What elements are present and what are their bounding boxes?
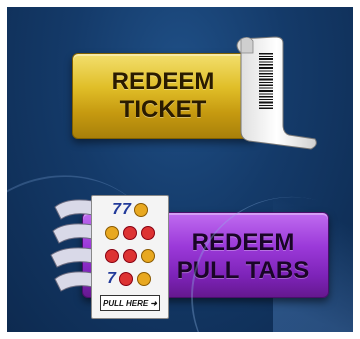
- redeem-pull-tabs-label: REDEEM PULL TABS: [163, 229, 323, 285]
- redeem-ticket-button[interactable]: REDEEM TICKET: [72, 53, 257, 139]
- orange-icon: [136, 272, 151, 286]
- redeem-screen: REDEEM TICKET REDEEM PULL TABS 77 7 PULL…: [7, 7, 353, 332]
- cherry-icon: [123, 249, 137, 263]
- pull-tab-ticket-icon: 77 7 PULL HERE ➜: [47, 195, 169, 325]
- pull-here-label: PULL HERE ➜: [100, 295, 160, 311]
- redeem-pull-tabs-line1: REDEEM: [191, 229, 295, 256]
- pull-tab-row-1: 77: [96, 200, 164, 220]
- cherry-icon: [118, 272, 133, 286]
- cherry-icon: [105, 249, 119, 263]
- orange-icon: [105, 226, 119, 240]
- cherry-icon: [141, 226, 155, 240]
- ticket-printout-icon: [236, 36, 317, 150]
- redeem-ticket-line1: REDEEM: [111, 68, 215, 95]
- pull-here-text: PULL HERE: [103, 298, 149, 308]
- redeem-pull-tabs-line2: PULL TABS: [176, 257, 310, 284]
- orange-icon: [141, 249, 155, 263]
- redeem-ticket-label: REDEEM TICKET: [93, 68, 233, 124]
- arrow-right-icon: ➜: [150, 298, 157, 308]
- pull-tab-row-2: [96, 223, 164, 243]
- sevens-symbol: 77: [112, 201, 132, 218]
- pull-tab-row-3: [96, 246, 164, 266]
- redeem-ticket-line2: TICKET: [119, 96, 207, 123]
- cherry-icon: [123, 226, 137, 240]
- pull-tab-card: 77 7 PULL HERE ➜: [91, 195, 169, 319]
- background-glow: [273, 192, 353, 332]
- orange-icon: [133, 203, 148, 217]
- seven-symbol: 7: [107, 270, 117, 287]
- pull-tab-row-4: 7: [96, 269, 164, 289]
